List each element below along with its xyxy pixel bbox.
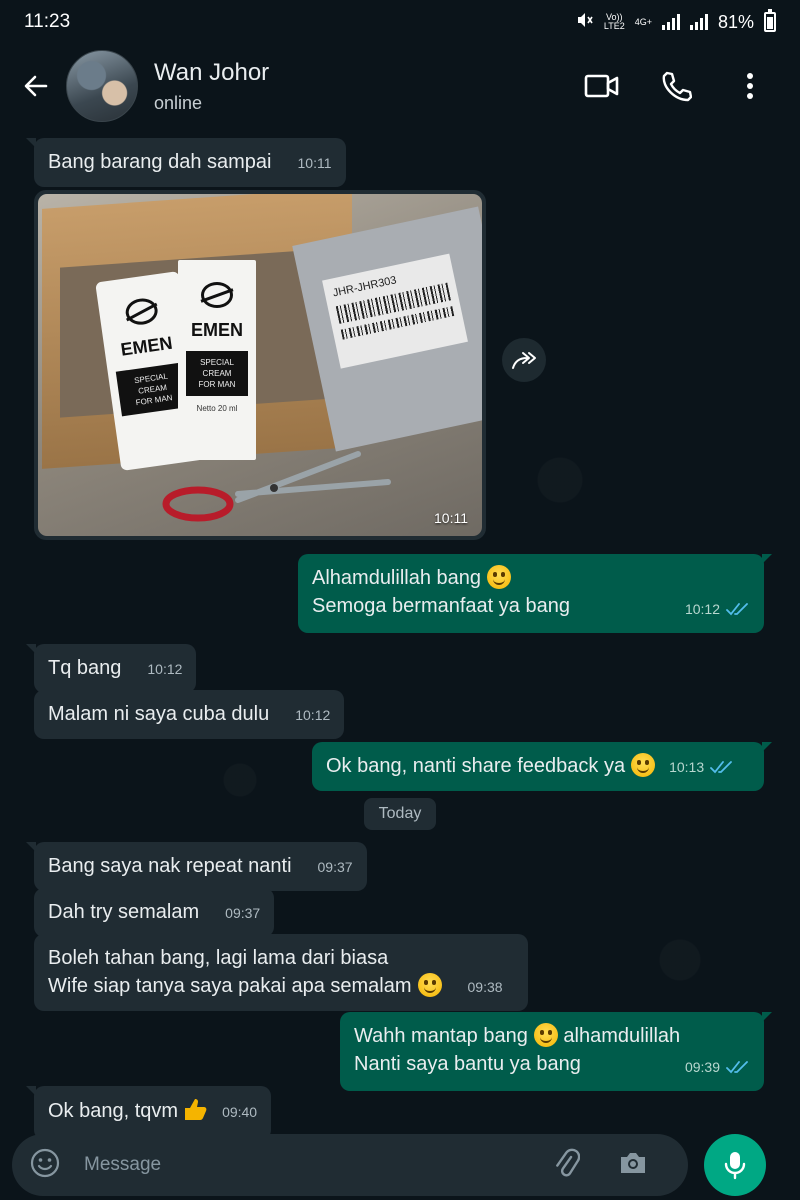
message-outgoing[interactable]: Alhamdulillah bang Semoga bermanfaat ya … (298, 554, 772, 633)
tears-of-joy-emoji (533, 1023, 558, 1047)
message-text: Alhamdulillah bang (312, 567, 482, 589)
message-incoming[interactable]: Boleh tahan bang, lagi lama dari biasa W… (34, 934, 528, 1011)
message-text: Tq bang (48, 657, 122, 679)
message-placeholder[interactable]: Message (84, 1154, 552, 1176)
battery-percent: 81% (717, 11, 754, 32)
message-time: 09:39 (684, 1059, 720, 1075)
message-text: Bang saya nak repeat nanti (48, 855, 292, 877)
chat-area[interactable]: Bang barang dah sampai 10:11 EMEN SPECIAL… (0, 128, 800, 1140)
smiling-face-emoji (487, 565, 512, 589)
message-text: Ok bang, tqvm (48, 1100, 179, 1122)
message-time: 10:12 (147, 661, 183, 677)
message-outgoing[interactable]: Ok bang, nanti share feedback ya 10:13 (312, 742, 772, 791)
volte-indicator: Vo)) LTE2 (603, 12, 625, 31)
message-time: 10:12 (295, 707, 331, 723)
contact-name: Wan Johor (154, 58, 270, 86)
microphone-icon (724, 1152, 746, 1180)
message-input-bar: Message (0, 1130, 800, 1200)
laughing-face-emoji (417, 973, 442, 997)
camera-icon[interactable] (618, 1150, 648, 1181)
status-bar: 11:23 Vo)) LTE2 4G+ 81% (0, 0, 800, 44)
shipping-label: JHR-JHR303 (322, 253, 468, 369)
message-text: Ok bang, nanti share feedback ya (326, 755, 626, 777)
read-ticks-icon (726, 1060, 748, 1074)
date-separator: Today (364, 798, 436, 830)
message-time: 09:37 (317, 859, 353, 875)
message-time: 10:13 (669, 759, 705, 775)
thumbs-up-emoji (182, 1096, 208, 1130)
product-box: EMEN SPECIAL CREAM FOR MAN Netto 20 ml (178, 260, 256, 460)
message-time: 10:11 (297, 155, 332, 171)
microphone-button[interactable] (704, 1134, 766, 1196)
message-text: Wife siap tanya saya pakai apa semalam (48, 975, 412, 997)
signal-icon (661, 14, 680, 30)
phone-icon[interactable] (656, 66, 696, 106)
image-message[interactable]: EMEN SPECIAL CREAM FOR MAN EMEN SPECIAL C… (34, 190, 486, 540)
message-text: alhamdulillah (563, 1025, 681, 1047)
message-text: Boleh tahan bang, lagi lama dari biasa (48, 947, 389, 969)
message-time: 10:11 (434, 510, 468, 526)
grinning-face-emoji (631, 753, 656, 777)
message-incoming[interactable]: Bang saya nak repeat nanti 09:37 (26, 842, 367, 891)
back-arrow-icon[interactable] (14, 64, 58, 108)
message-time: 09:40 (222, 1104, 258, 1120)
message-text: Dah try semalam (48, 901, 200, 923)
message-time: 10:12 (684, 601, 720, 617)
message-time: 09:38 (467, 979, 503, 995)
forward-icon[interactable] (502, 338, 546, 382)
message-incoming[interactable]: Tq bang 10:12 (25, 644, 197, 693)
contact-info[interactable]: Wan Johor online (154, 59, 582, 114)
contact-avatar[interactable] (66, 50, 138, 122)
read-ticks-icon (710, 760, 733, 774)
video-camera-icon[interactable] (582, 66, 622, 106)
message-incoming[interactable]: Dah try semalam 09:37 (34, 888, 275, 937)
message-outgoing[interactable]: Wahh mantap bang alhamdulillah Nanti say… (340, 1012, 772, 1091)
message-incoming[interactable]: Bang barang dah sampai 10:11 (26, 138, 346, 187)
message-input[interactable]: Message (12, 1134, 688, 1196)
message-text: Wahh mantap bang (354, 1025, 528, 1047)
message-text: Malam ni saya cuba dulu (48, 703, 270, 725)
battery-icon (764, 9, 776, 32)
more-vertical-icon[interactable] (730, 66, 770, 106)
status-icons: Vo)) LTE2 4G+ 81% (576, 9, 776, 34)
message-incoming[interactable]: Malam ni saya cuba dulu 10:12 (34, 690, 345, 739)
scissors (162, 451, 391, 522)
message-time: 09:37 (225, 905, 261, 921)
mute-icon (576, 11, 594, 34)
status-time: 11:23 (24, 11, 71, 32)
paperclip-icon[interactable] (552, 1148, 581, 1183)
message-text: Semoga bermanfaat ya bang (312, 595, 570, 617)
signal-icon-sim2 (689, 14, 708, 30)
read-ticks-icon (726, 602, 748, 616)
chat-header: Wan Johor online (0, 44, 800, 128)
message-text: Bang barang dah sampai (48, 151, 272, 173)
contact-status: online (154, 92, 203, 113)
network-type: 4G+ (634, 16, 652, 27)
emoji-icon[interactable] (30, 1148, 60, 1183)
message-text: Nanti saya bantu ya bang (354, 1053, 581, 1075)
product-photo[interactable]: EMEN SPECIAL CREAM FOR MAN EMEN SPECIAL C… (38, 194, 482, 536)
